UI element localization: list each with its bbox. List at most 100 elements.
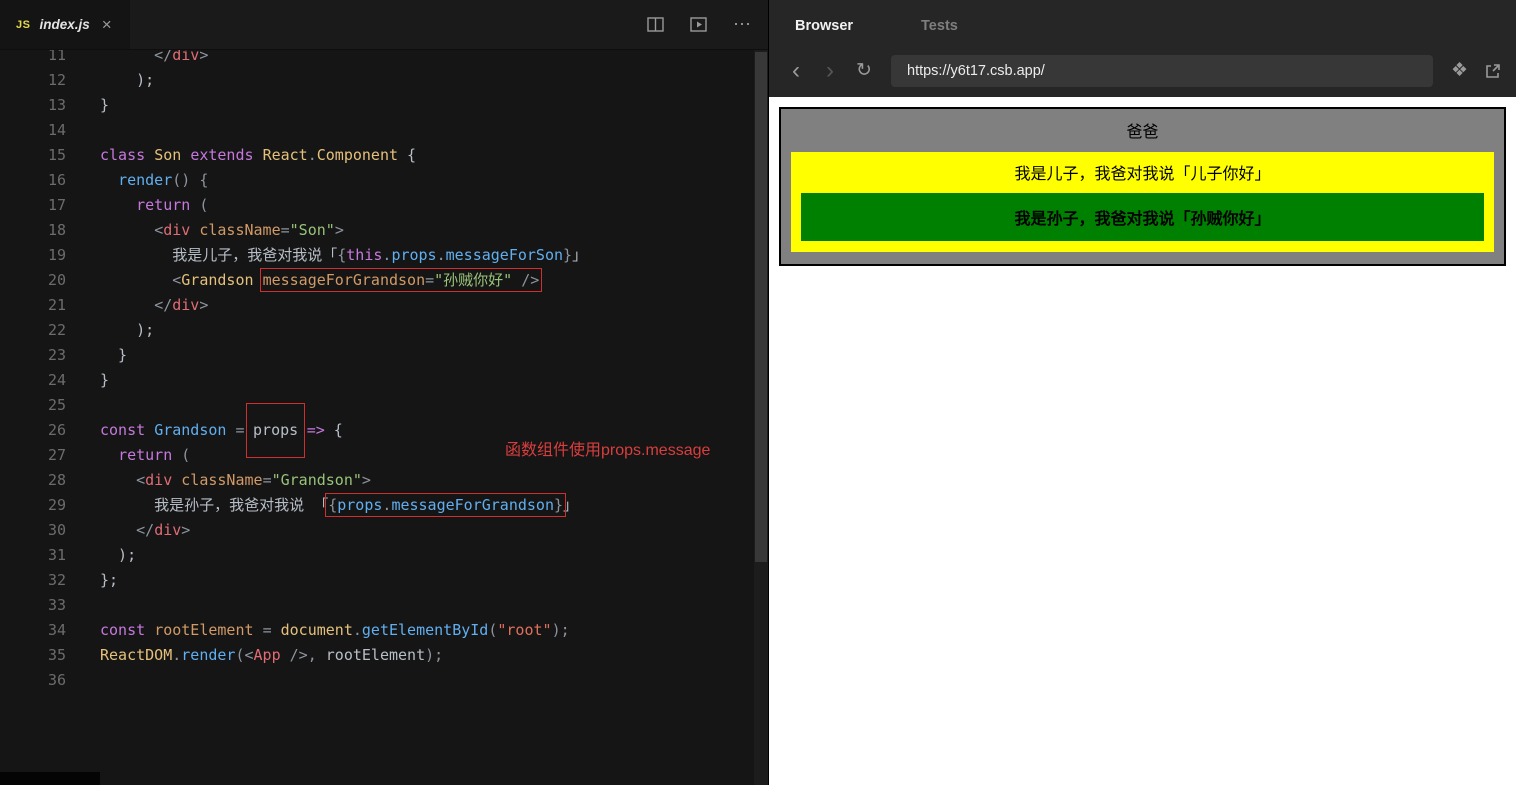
code-token: props [391,246,437,264]
code-token: "Son" [289,221,335,239]
code-line[interactable]: 18 <div className="Son"> [0,218,754,243]
responsive-mode-icon[interactable]: ❖ [1451,59,1468,82]
close-icon[interactable]: × [102,16,112,33]
code-token: . [172,646,182,664]
code-line[interactable]: 28 <div className="Grandson"> [0,468,754,493]
code-line[interactable]: 16 render() { [0,168,754,193]
app-box: 爸爸 我是儿子，我爸对我说「儿子你好」 我是孙子，我爸对我说「孙贼你好」 [779,107,1506,266]
code-line[interactable]: 23 } [0,343,754,368]
code-line[interactable]: 24} [0,368,754,393]
code-line[interactable]: 36 [0,668,754,693]
code-line[interactable]: 11 </div> [0,50,754,68]
code-token: () { [172,171,209,189]
code-token: rootElement [154,621,254,639]
code-line[interactable]: 19 我是儿子，我爸对我说「{this.props.messageForSon}… [0,243,754,268]
code-line[interactable]: 33 [0,593,754,618]
code-token: < [154,221,164,239]
code-line[interactable]: 15 class Son extends React.Component { [0,143,754,168]
line-number: 22 [47,321,66,339]
split-editor-icon[interactable] [647,17,664,32]
line-number: 11 [47,50,66,64]
code-line[interactable]: 13} [0,93,754,118]
code-line[interactable]: 22 ); [0,318,754,343]
code-line[interactable]: 20 <Grandson messageForGrandson="孙贼你好" /… [0,268,754,293]
code-token: messageForGrandson [262,271,426,289]
code-token: 」 [563,496,579,514]
code-line[interactable]: 14 [0,118,754,143]
code-line[interactable]: 25 [0,393,754,418]
line-number: 23 [47,346,66,364]
line-code: </div> [66,293,208,318]
line-number: 17 [47,196,66,214]
horizontal-scrollbar-thumb[interactable] [0,772,100,785]
line-code: const rootElement = document.getElementB… [66,618,570,643]
url-input[interactable] [891,54,1433,87]
code-token: React [262,146,308,164]
refresh-icon[interactable]: ↻ [851,61,877,80]
line-number: 34 [47,621,66,639]
code-line[interactable]: 12 ); [0,68,754,93]
code-line[interactable]: 17 return ( [0,193,754,218]
code-token: div [154,521,182,539]
code-token: props [253,421,299,439]
code-token: className [199,221,281,239]
line-number: 29 [47,496,66,514]
code-line[interactable]: 29 我是孙子，我爸对我说 「{props.messageForGrandson… [0,493,754,518]
code-token: ); [100,546,137,564]
line-code: } [66,368,109,393]
browser-nav-actions: ❖ [1451,59,1502,82]
line-code: class Son extends React.Component { [66,143,416,168]
open-preview-icon[interactable] [690,17,707,32]
code-token: 我是孙子，我爸对我说 「 [100,496,329,514]
forward-icon[interactable]: › [817,58,843,83]
editor-pane: JS index.js × ⋯ 11 </div> 12 ); 13} 14 15 cla [0,0,768,785]
code-line[interactable]: 31 ); [0,543,754,568]
code-token: } [100,371,110,389]
line-number: 36 [47,671,66,689]
code-token: extends [190,146,254,164]
more-actions-icon[interactable]: ⋯ [733,14,752,35]
line-number: 18 [47,221,66,239]
line-code: } [66,343,127,368]
browser-nav-bar: ‹ › ↻ ❖ [769,52,1516,97]
line-number: 25 [47,396,66,414]
line-code [66,593,100,618]
grandson-text: 我是孙子，我爸对我说「孙贼你好」 [1014,211,1271,228]
code-token: = [262,471,272,489]
code-token: ); [100,71,155,89]
code-token: div [172,296,200,314]
tab-browser[interactable]: Browser [795,18,853,34]
code-token: } [100,346,128,364]
son-text: 我是儿子，我爸对我说「儿子你好」 [1014,166,1271,183]
code-token: props [337,496,383,514]
line-code: 我是孙子，我爸对我说 「{props.messageForGrandson}」 [66,493,578,518]
code-editor[interactable]: 11 </div> 12 ); 13} 14 15 class Son extends R… [0,50,754,773]
line-code: ReactDOM.render(<App />, rootElement); [66,643,443,668]
back-icon[interactable]: ‹ [783,58,809,83]
code-line[interactable]: 30 </div> [0,518,754,543]
code-line[interactable]: 34 const rootElement = document.getElemen… [0,618,754,643]
code-token: "Grandson" [271,471,362,489]
horizontal-scrollbar[interactable] [0,772,754,785]
line-number: 28 [47,471,66,489]
code-token: render [181,646,236,664]
code-token: render [118,171,173,189]
code-line[interactable]: 32}; [0,568,754,593]
tab-index-js[interactable]: JS index.js × [0,0,130,49]
code-line[interactable]: 35 ReactDOM.render(<App />, rootElement); [0,643,754,668]
code-lines: 11 </div> 12 ); 13} 14 15 class Son extends R… [0,50,754,693]
vertical-scrollbar[interactable] [754,50,768,785]
open-in-new-window-icon[interactable] [1484,62,1502,80]
line-number: 30 [47,521,66,539]
code-line[interactable]: 21 </div> [0,293,754,318]
tab-tests[interactable]: Tests [921,18,958,34]
code-token: messageForSon [445,246,564,264]
code-token: . [436,246,446,264]
line-code [66,668,100,693]
vertical-scrollbar-thumb[interactable] [755,52,767,562]
code-token: rootElement [325,646,426,664]
